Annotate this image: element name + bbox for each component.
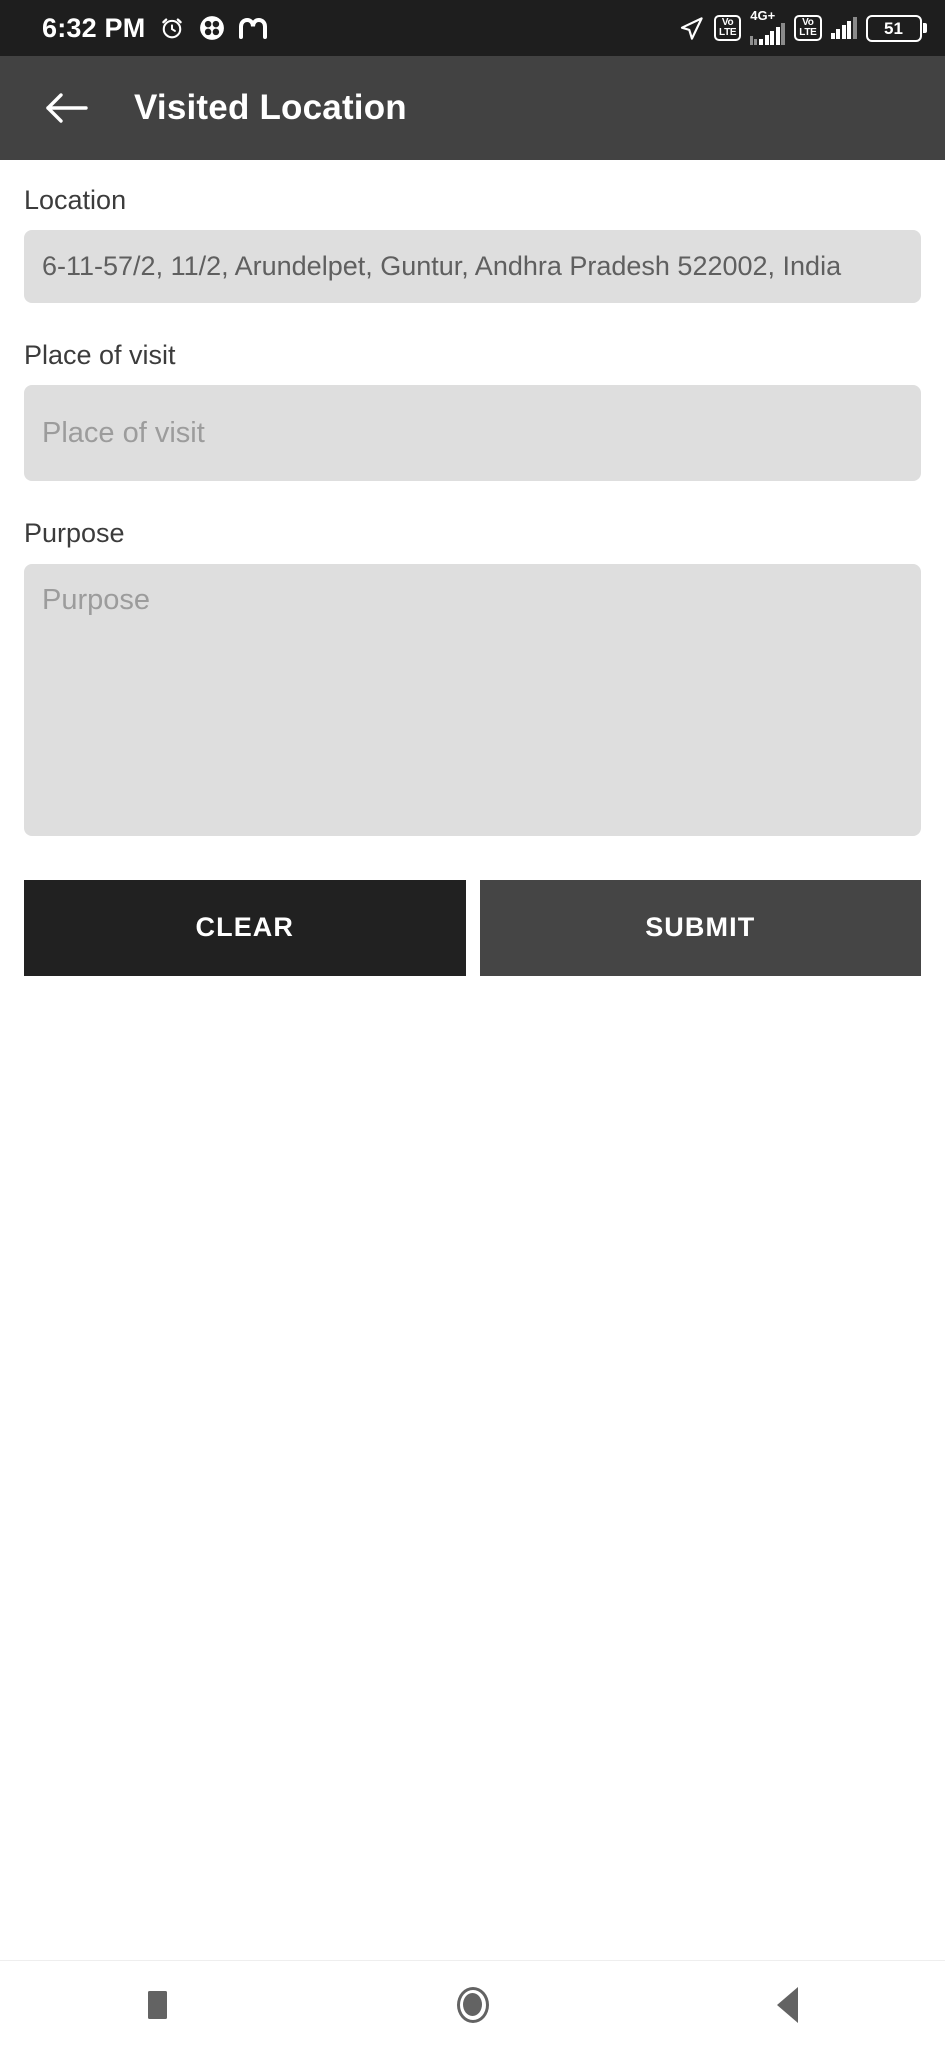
purpose-label: Purpose xyxy=(24,518,125,549)
form-content: Location 6-11-57/2, 11/2, Arundelpet, Gu… xyxy=(0,160,945,1960)
battery-tip xyxy=(923,23,927,33)
location-label: Location xyxy=(24,185,127,215)
signal-bars-sim2 xyxy=(830,17,857,39)
network-signal-sim1: 4G+ xyxy=(750,8,786,45)
square-glyph xyxy=(148,1990,167,2019)
phone-screen: 6:32 PM Vo LTE 4G+ Vo LTE 51 Visited Loc… xyxy=(0,0,945,2048)
status-bar: 6:32 PM Vo LTE 4G+ Vo LTE 51 xyxy=(0,0,945,56)
volte-lte-text: LTE xyxy=(719,27,737,38)
volte-badge-sim2: Vo LTE xyxy=(794,15,822,41)
location-field-group: Location 6-11-57/2, 11/2, Arundelpet, Gu… xyxy=(24,184,921,303)
purpose-textarea[interactable] xyxy=(24,563,921,836)
status-bar-right: Vo LTE 4G+ Vo LTE 51 xyxy=(678,8,927,45)
battery-percent-text: 51 xyxy=(884,18,903,38)
data-traffic-icon xyxy=(750,33,758,45)
purpose-field-group: Purpose xyxy=(24,517,921,836)
network-type-label: 4G+ xyxy=(750,8,776,23)
clover-app-icon xyxy=(199,15,225,41)
system-navigation-bar xyxy=(0,1960,945,2048)
volte-badge-sim1: Vo LTE xyxy=(714,15,742,41)
action-button-row: CLEAR SUBMIT xyxy=(24,879,921,976)
battery-indicator: 51 xyxy=(865,14,927,42)
triangle-glyph xyxy=(777,1986,798,2023)
clear-button[interactable]: CLEAR xyxy=(24,879,466,976)
submit-button[interactable]: SUBMIT xyxy=(479,879,921,976)
place-of-visit-field-group: Place of visit xyxy=(24,339,921,482)
alarm-clock-icon xyxy=(159,15,185,41)
place-of-visit-label: Place of visit xyxy=(24,339,176,370)
signal-bars-sim1 xyxy=(759,23,786,45)
app-bar: Visited Location xyxy=(0,56,945,160)
circle-home-icon[interactable] xyxy=(418,1961,528,2048)
m-app-icon xyxy=(239,17,268,39)
location-arrow-icon xyxy=(678,15,705,42)
place-of-visit-input[interactable] xyxy=(24,385,921,482)
square-recents-icon[interactable] xyxy=(103,1961,213,2048)
circle-glyph xyxy=(456,1986,489,2023)
back-arrow-icon[interactable] xyxy=(40,82,92,134)
battery-body: 51 xyxy=(865,14,922,42)
triangle-back-icon[interactable] xyxy=(733,1961,843,2048)
volte-lte-text-2: LTE xyxy=(799,27,817,38)
status-bar-left: 6:32 PM xyxy=(42,12,268,43)
page-title: Visited Location xyxy=(134,88,407,127)
status-bar-clock: 6:32 PM xyxy=(42,12,146,43)
location-value: 6-11-57/2, 11/2, Arundelpet, Guntur, And… xyxy=(24,230,921,303)
